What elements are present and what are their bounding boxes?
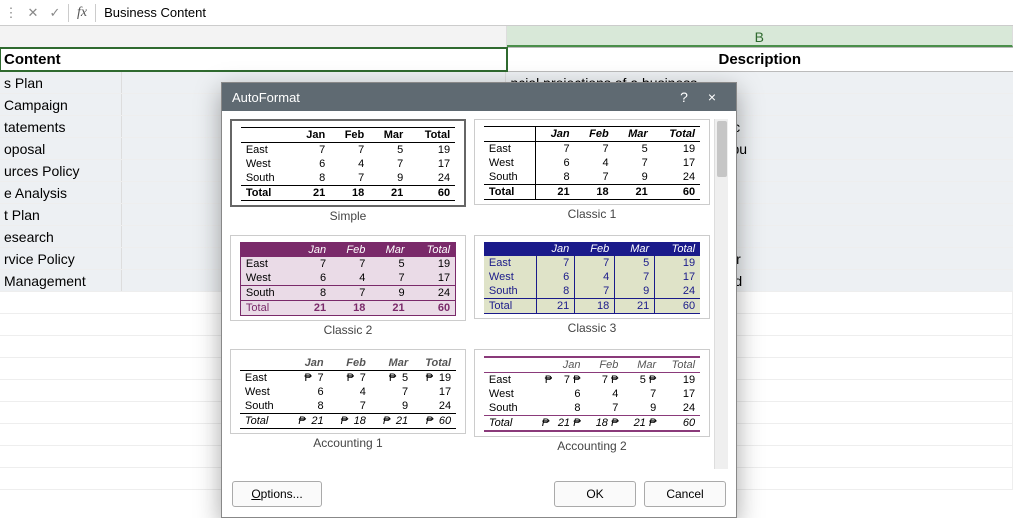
cell-A[interactable]: tatements [0,116,122,137]
format-option-classic3[interactable]: JanFebMarTotalEast77519West64717South879… [474,235,710,319]
confirm-icon[interactable]: ✓ [44,2,66,24]
cell-A[interactable]: esearch [0,226,122,247]
menu-icon[interactable]: ⋮ [0,2,22,24]
formula-input[interactable] [98,5,1013,20]
format-label: Accounting 1 [230,436,466,450]
header-row: Content Description [0,48,1013,72]
format-label: Simple [230,209,466,223]
cell-A[interactable]: Campaign [0,94,122,115]
cell-A[interactable]: oposal [0,138,122,159]
help-icon[interactable]: ? [670,89,698,105]
dialog-title: AutoFormat [232,90,670,105]
column-header-B[interactable]: B [507,26,1013,47]
format-label: Accounting 2 [474,439,710,453]
fx-icon[interactable]: fx [71,5,93,21]
formula-bar: ⋮ ✕ ✓ fx [0,0,1013,26]
ok-button[interactable]: OK [554,481,636,507]
options-button[interactable]: Options... [232,481,322,507]
cell-A[interactable]: e Analysis [0,182,122,203]
dialog-scrollbar[interactable] [714,119,728,469]
cancel-icon[interactable]: ✕ [22,2,44,24]
format-label: Classic 1 [474,207,710,221]
close-icon[interactable]: × [698,89,726,105]
scrollbar-thumb[interactable] [717,121,727,177]
cell-A[interactable]: Management [0,270,122,291]
cell-A[interactable]: s Plan [0,72,122,93]
cell-B-header[interactable]: Description [507,48,1013,71]
format-label: Classic 3 [474,321,710,335]
format-option-acct1[interactable]: JanFebMarTotalEast₱ 7₱ 7₱ 5₱ 19West64717… [230,349,466,434]
format-option-acct2[interactable]: JanFebMarTotalEast₱ 7 ₱7 ₱5 ₱19West64717… [474,349,710,437]
format-option-classic2[interactable]: JanFebMarTotalEast77519West64717South879… [230,235,466,321]
format-label: Classic 2 [230,323,466,337]
dialog-titlebar[interactable]: AutoFormat ? × [222,83,736,111]
cancel-button[interactable]: Cancel [644,481,726,507]
cell-A[interactable]: urces Policy [0,160,122,181]
column-header-A[interactable] [0,26,507,47]
format-option-simple[interactable]: JanFebMarTotalEast77519West64717South879… [230,119,466,207]
cell-A[interactable]: rvice Policy [0,248,122,269]
autoformat-dialog: AutoFormat ? × JanFebMarTotalEast77519We… [221,82,737,518]
cell-A-header[interactable]: Content [0,48,507,71]
column-header-row: B [0,26,1013,48]
cell-A[interactable]: t Plan [0,204,122,225]
format-option-classic1[interactable]: JanFebMarTotalEast77519West64717South879… [474,119,710,205]
